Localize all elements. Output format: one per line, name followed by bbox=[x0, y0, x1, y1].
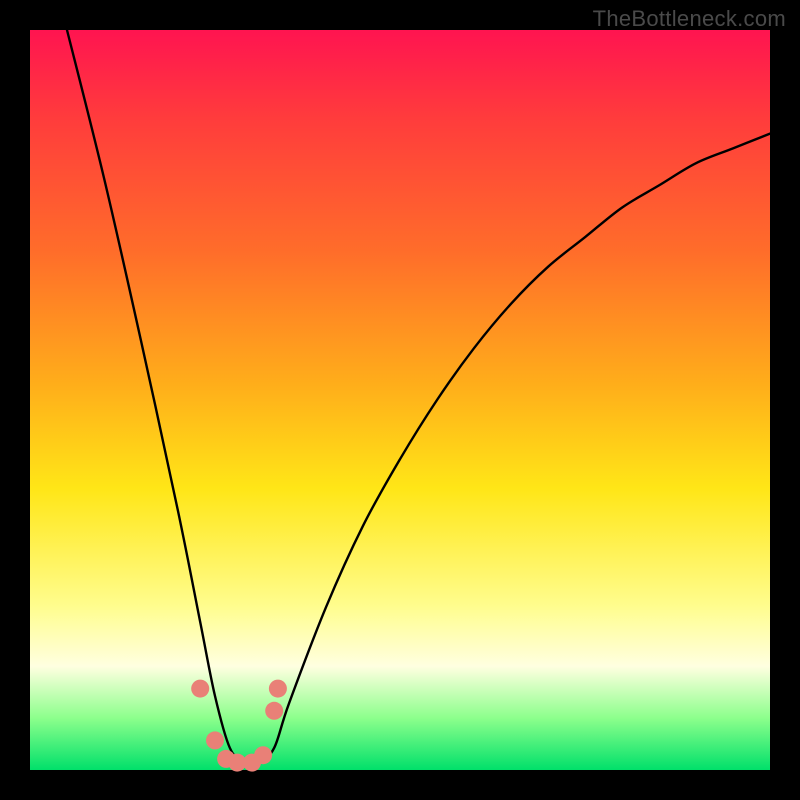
sample-points-group bbox=[191, 680, 287, 772]
sample-point bbox=[206, 731, 224, 749]
sample-point bbox=[269, 680, 287, 698]
sample-point bbox=[254, 746, 272, 764]
chart-svg bbox=[30, 30, 770, 770]
sample-point bbox=[191, 680, 209, 698]
watermark-text: TheBottleneck.com bbox=[593, 6, 786, 32]
sample-point bbox=[265, 702, 283, 720]
bottleneck-curve-path bbox=[67, 30, 770, 764]
